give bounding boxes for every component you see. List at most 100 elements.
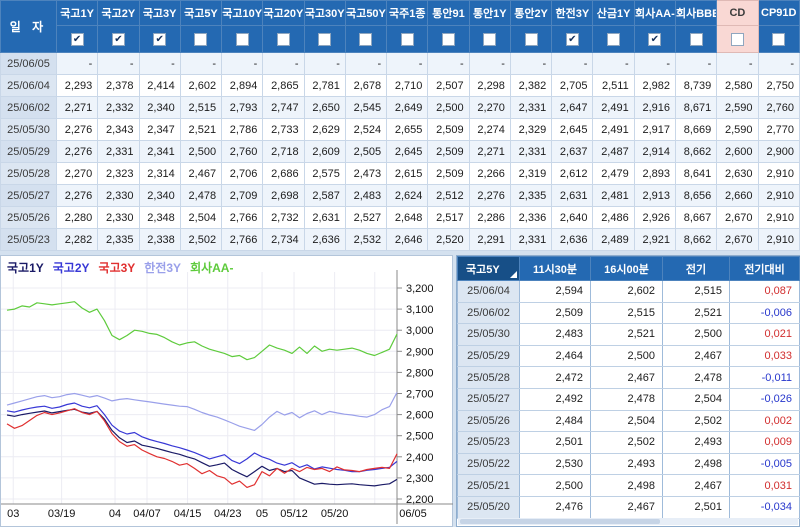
scrollbar-thumb[interactable] [460,519,660,524]
detail-header-0[interactable]: 국고5Y [458,257,520,281]
yield-cell: 2,705 [552,75,593,97]
yield-cell: 2,786 [222,119,263,141]
detail-cell: 2,602 [591,281,663,303]
detail-row-25/05/28[interactable]: 25/05/282,4722,4672,478-0,011 [458,367,800,389]
date-column-header: 일 자 [1,1,57,53]
column-header-15: 회사BBB- [675,1,716,26]
change-cell: -0,026 [730,388,800,410]
yield-cell: 2,781 [304,75,345,97]
y-axis-tick-label: 2,300 [406,473,434,485]
row-date: 25/05/20 [458,496,520,518]
yield-row-25/05/29[interactable]: 25/05/292,2762,3312,3412,5002,7602,7182,… [1,141,800,163]
yield-cell: 2,649 [387,97,428,119]
column-checkbox-4[interactable] [236,33,249,46]
column-checkbox-15[interactable] [690,33,703,46]
yield-cell: 2,502 [180,229,221,251]
yield-cell: 2,600 [717,141,758,163]
detail-row-25/05/22[interactable]: 25/05/222,5302,4932,498-0,005 [458,453,800,475]
column-checkbox-6[interactable] [318,33,331,46]
column-checkbox-9[interactable] [442,33,455,46]
column-checkbox-cell-7 [345,26,386,53]
column-checkbox-16[interactable] [731,33,744,46]
change-cell: -0,011 [730,367,800,389]
yield-cell: - [510,53,551,75]
yield-cell: 2,276 [57,185,98,207]
y-axis-tick-label: 2,800 [406,367,434,379]
column-checkbox-1[interactable]: ✔ [112,33,125,46]
yield-cell: 2,340 [139,185,180,207]
yield-row-25/06/04[interactable]: 25/06/042,2932,3782,4142,6022,8942,8652,… [1,75,800,97]
yield-row-25/05/28[interactable]: 25/05/282,2702,3232,3142,4672,7062,6862,… [1,163,800,185]
yield-cell: 2,732 [263,207,304,229]
column-header-12: 한전3Y [552,1,593,26]
column-checkbox-0[interactable]: ✔ [71,33,84,46]
row-date: 25/05/21 [458,475,520,497]
yield-cell: 2,910 [758,229,799,251]
yield-row-25/05/23[interactable]: 25/05/232,2822,3352,3382,5022,7662,7342,… [1,229,800,251]
detail-cell: 2,493 [663,432,730,454]
change-cell: -0,006 [730,302,800,324]
yield-cell: 2,347 [139,119,180,141]
yield-cell: - [428,53,469,75]
detail-row-25/06/02[interactable]: 25/06/022,5092,5152,521-0,006 [458,302,800,324]
yield-cell: 2,670 [717,229,758,251]
yield-cell: 2,527 [345,207,386,229]
column-checkbox-10[interactable] [483,33,496,46]
yield-table-panel: 일 자국고1Y국고2Y국고3Y국고5Y국고10Y국고20Y국고30Y국고50Y국… [0,0,800,250]
detail-row-25/05/29[interactable]: 25/05/292,4642,5002,4670,033 [458,345,800,367]
row-date: 25/05/30 [1,119,57,141]
yield-cell: 2,793 [222,97,263,119]
column-checkbox-2[interactable]: ✔ [153,33,166,46]
detail-row-25/05/26[interactable]: 25/05/262,4842,5042,5020,002 [458,410,800,432]
column-checkbox-8[interactable] [401,33,414,46]
yield-row-25/05/30[interactable]: 25/05/302,2762,3432,3472,5212,7862,7332,… [1,119,800,141]
column-checkbox-cell-1: ✔ [98,26,139,53]
yield-cell: 2,910 [758,185,799,207]
x-axis-tick-label: 05 [256,508,268,520]
yield-cell: 8,641 [675,163,716,185]
detail-row-25/06/04[interactable]: 25/06/042,5942,6022,5150,087 [458,281,800,303]
detail-row-25/05/27[interactable]: 25/05/272,4922,4782,504-0,026 [458,388,800,410]
yield-cell: 2,500 [180,141,221,163]
column-checkbox-13[interactable] [607,33,620,46]
column-checkbox-7[interactable] [359,33,372,46]
column-checkbox-cell-2: ✔ [139,26,180,53]
yield-cell: - [469,53,510,75]
detail-cell: 2,502 [663,410,730,432]
yield-row-25/05/27[interactable]: 25/05/272,2762,3302,3402,4782,7092,6982,… [1,185,800,207]
column-checkbox-17[interactable] [772,33,785,46]
column-checkbox-3[interactable] [194,33,207,46]
yield-cell: - [387,53,428,75]
change-cell: 0,031 [730,475,800,497]
yield-row-25/06/02[interactable]: 25/06/022,2712,3322,3402,5152,7932,7472,… [1,97,800,119]
yield-row-25/05/26[interactable]: 25/05/262,2802,3302,3482,5042,7662,7322,… [1,207,800,229]
detail-cell: 2,478 [663,367,730,389]
column-header-10: 통안1Y [469,1,510,26]
yield-row-25/06/05[interactable]: 25/06/05------------------ [1,53,800,75]
column-checkbox-12[interactable]: ✔ [566,33,579,46]
yield-cell: 2,982 [634,75,675,97]
detail-row-25/05/23[interactable]: 25/05/232,5012,5022,4930,009 [458,432,800,454]
yield-cell: 2,733 [263,119,304,141]
yield-cell: 2,515 [180,97,221,119]
yield-cell: 2,378 [98,75,139,97]
column-checkbox-14[interactable]: ✔ [648,33,661,46]
detail-cell: 2,467 [663,475,730,497]
change-cell: 0,009 [730,432,800,454]
detail-row-25/05/30[interactable]: 25/05/302,4832,5212,5000,021 [458,324,800,346]
yield-cell: 2,766 [222,207,263,229]
x-axis-tick-label: 03 [7,508,19,520]
detail-cell: 2,472 [520,367,591,389]
column-checkbox-5[interactable] [277,33,290,46]
row-date: 25/06/05 [1,53,57,75]
yield-cell: 2,331 [510,97,551,119]
column-checkbox-11[interactable] [525,33,538,46]
yield-cell: 2,706 [222,163,263,185]
yield-cell: 2,483 [345,185,386,207]
detail-row-25/05/21[interactable]: 25/05/212,5002,4982,4670,031 [458,475,800,497]
yield-cell: 2,647 [552,97,593,119]
yield-cell: 2,624 [387,185,428,207]
detail-cell: 2,509 [520,302,591,324]
horizontal-scrollbar[interactable] [458,518,798,525]
detail-row-25/05/20[interactable]: 25/05/202,4762,4672,501-0,034 [458,496,800,518]
